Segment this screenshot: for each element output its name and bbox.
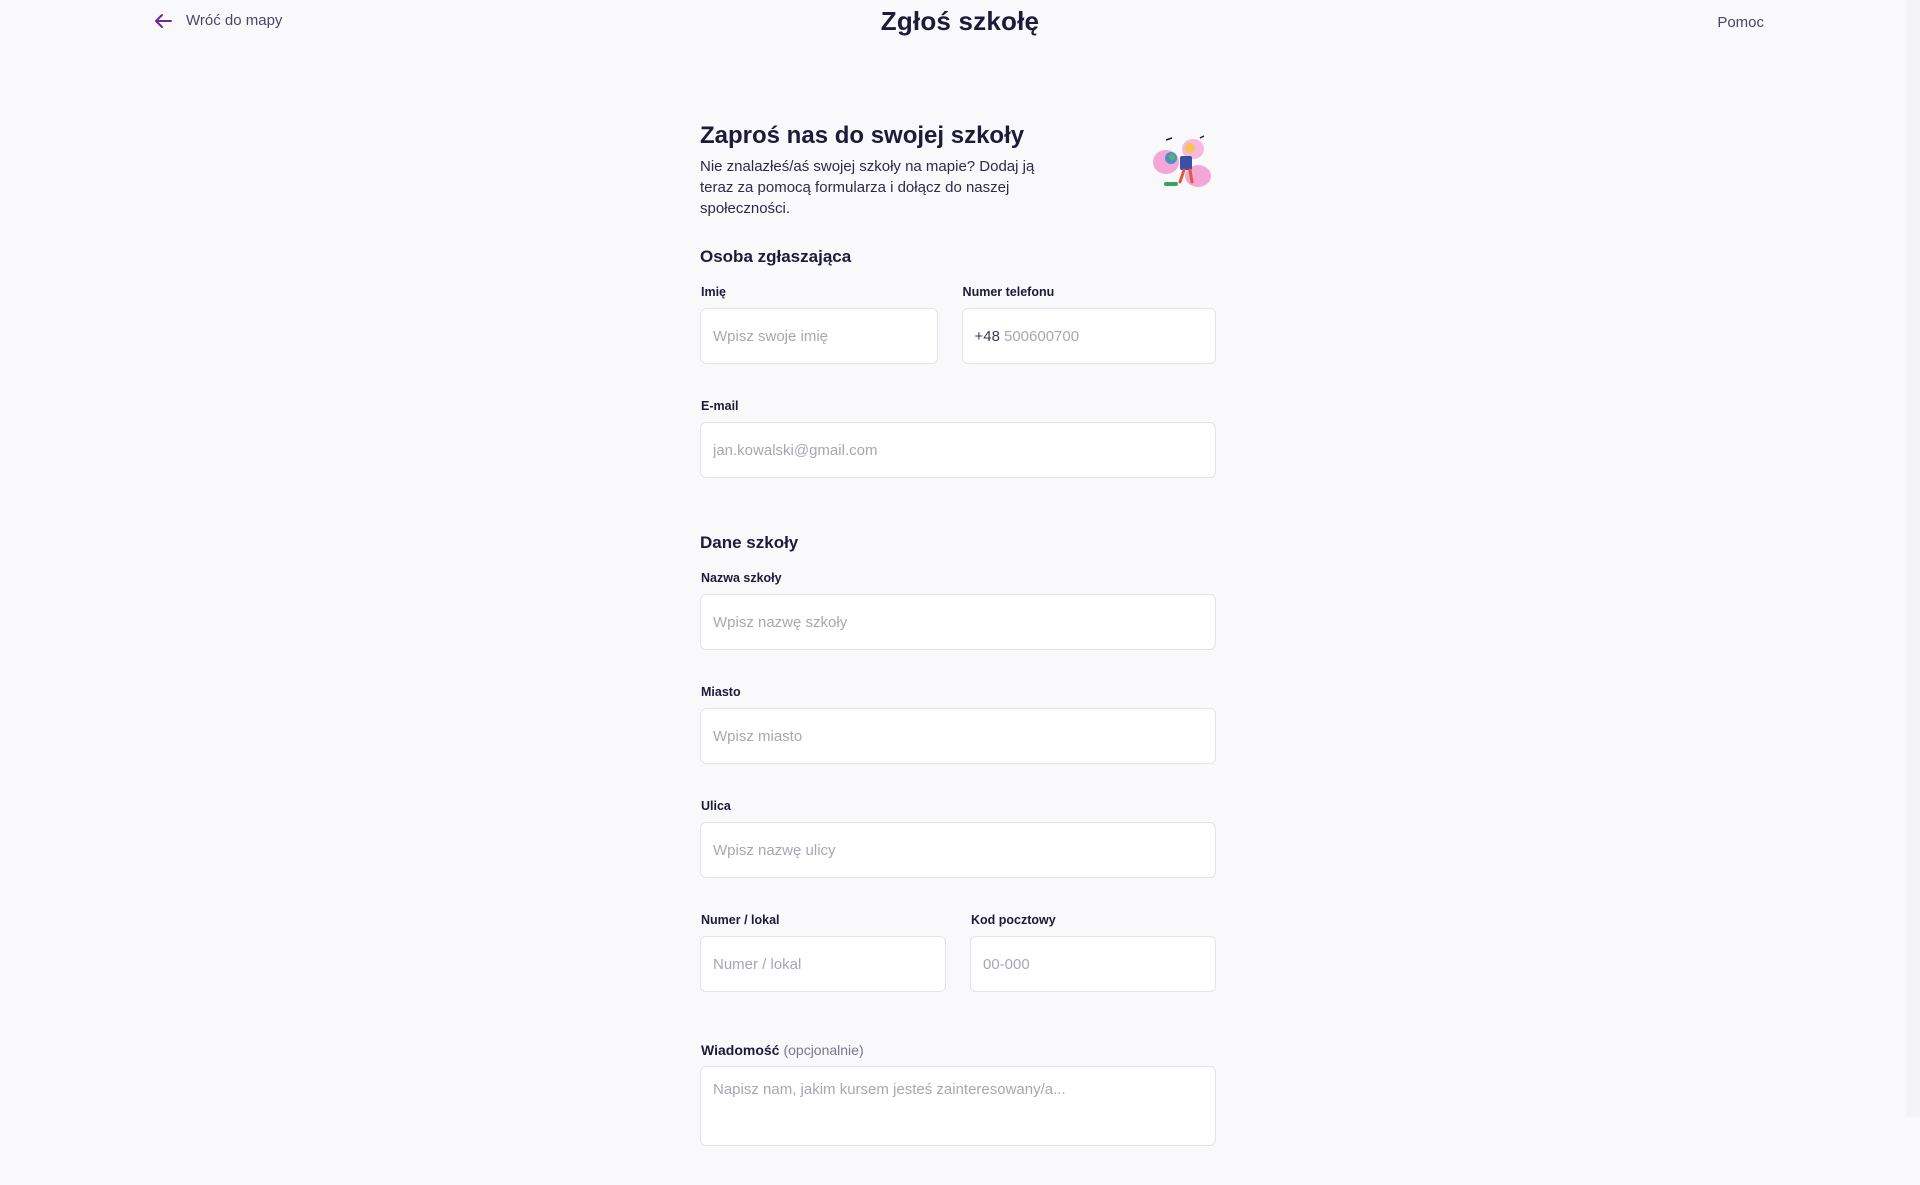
school-section-title: Dane szkoły [700, 533, 799, 552]
street-input[interactable] [700, 822, 1216, 878]
city-input[interactable] [700, 708, 1216, 764]
intro-text: Nie znalazłeś/aś swojej szkoły na mapie?… [700, 158, 1035, 217]
school-name-label: Nazwa szkoły [701, 571, 782, 585]
report-school-form: Zaproś nas do swojej szkoły Nie znalazłe… [700, 120, 1216, 1185]
reporter-section-title: Osoba zgłaszająca [700, 247, 852, 266]
number-label: Numer / lokal [701, 913, 780, 927]
postal-code-label: Kod pocztowy [971, 913, 1056, 927]
school-name-input[interactable] [700, 594, 1216, 650]
street-label: Ulica [701, 799, 731, 813]
email-input[interactable] [700, 422, 1216, 478]
school-illustration [1146, 134, 1216, 194]
help-link[interactable]: Pomoc [1717, 14, 1764, 31]
message-label-row: Wiadomość (opcjonalnie) [701, 1042, 1216, 1058]
number-input[interactable] [700, 936, 946, 992]
postal-code-input[interactable] [970, 936, 1216, 992]
message-optional-hint: (opcjonalnie) [783, 1042, 864, 1058]
message-label: Wiadomość [701, 1042, 780, 1058]
intro-title: Zaproś nas do swojej szkoły [700, 122, 1025, 149]
page-title: Zgłoś szkołę [880, 6, 1040, 36]
phone-label: Numer telefonu [962, 285, 1055, 299]
message-textarea[interactable] [700, 1066, 1216, 1146]
name-input[interactable] [700, 308, 938, 364]
phone-field[interactable]: +48 [961, 308, 1216, 364]
scrollbar[interactable] [1906, 0, 1920, 1117]
phone-prefix: +48 [974, 327, 1000, 345]
intro-section: Zaproś nas do swojej szkoły Nie znalazłe… [700, 120, 1216, 230]
city-label: Miasto [701, 685, 741, 699]
name-label: Imię [701, 285, 727, 299]
top-bar: Wróć do mapy Zgłoś szkołę Pomoc [0, 0, 1920, 48]
email-label: E-mail [701, 399, 739, 413]
phone-input[interactable] [1004, 327, 1203, 345]
